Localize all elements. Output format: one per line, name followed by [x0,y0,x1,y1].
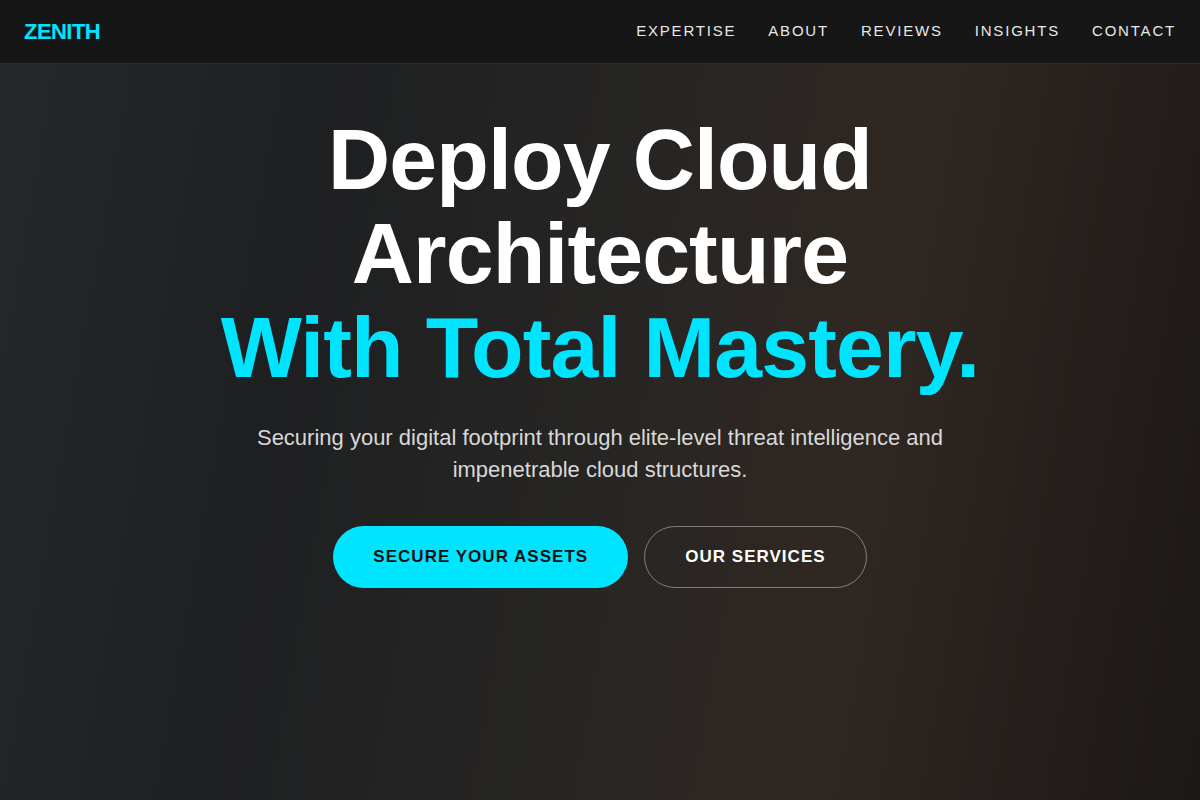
nav-link[interactable]: INSIGHTS [975,20,1060,43]
navbar: ZENITH EXPERTISE ABOUT REVIEWS INSIGHTS CONTA… [0,0,1200,64]
logo[interactable]: ZENITH [24,15,100,48]
heading-line-accent: With Total Mastery. [220,300,980,394]
nav-link[interactable]: EXPERTISE [636,20,736,43]
nav-link[interactable]: CONTACT [1092,20,1176,43]
hero-buttons: SECURE YOUR ASSETS OUR SERVICES [333,526,866,588]
secure-assets-button[interactable]: SECURE YOUR ASSETS [333,526,628,588]
button-label: SECURE YOUR ASSETS [373,544,588,570]
hero-content: Deploy Cloud ArchitectureWith Total Mast… [0,64,1200,588]
nav-links: EXPERTISE ABOUT REVIEWS INSIGHTS CONTACT [636,20,1176,43]
button-label: OUR SERVICES [685,544,825,570]
heading-line: Deploy Cloud Architecture [220,112,980,300]
nav-link[interactable]: ABOUT [768,20,829,43]
nav-link[interactable]: REVIEWS [861,20,943,43]
hero-subtitle: Securing your digital footprint through … [220,422,980,486]
services-button[interactable]: OUR SERVICES [644,526,866,588]
hero: Deploy Cloud ArchitectureWith Total Mast… [0,64,1200,800]
hero-heading: Deploy Cloud ArchitectureWith Total Mast… [220,112,980,394]
